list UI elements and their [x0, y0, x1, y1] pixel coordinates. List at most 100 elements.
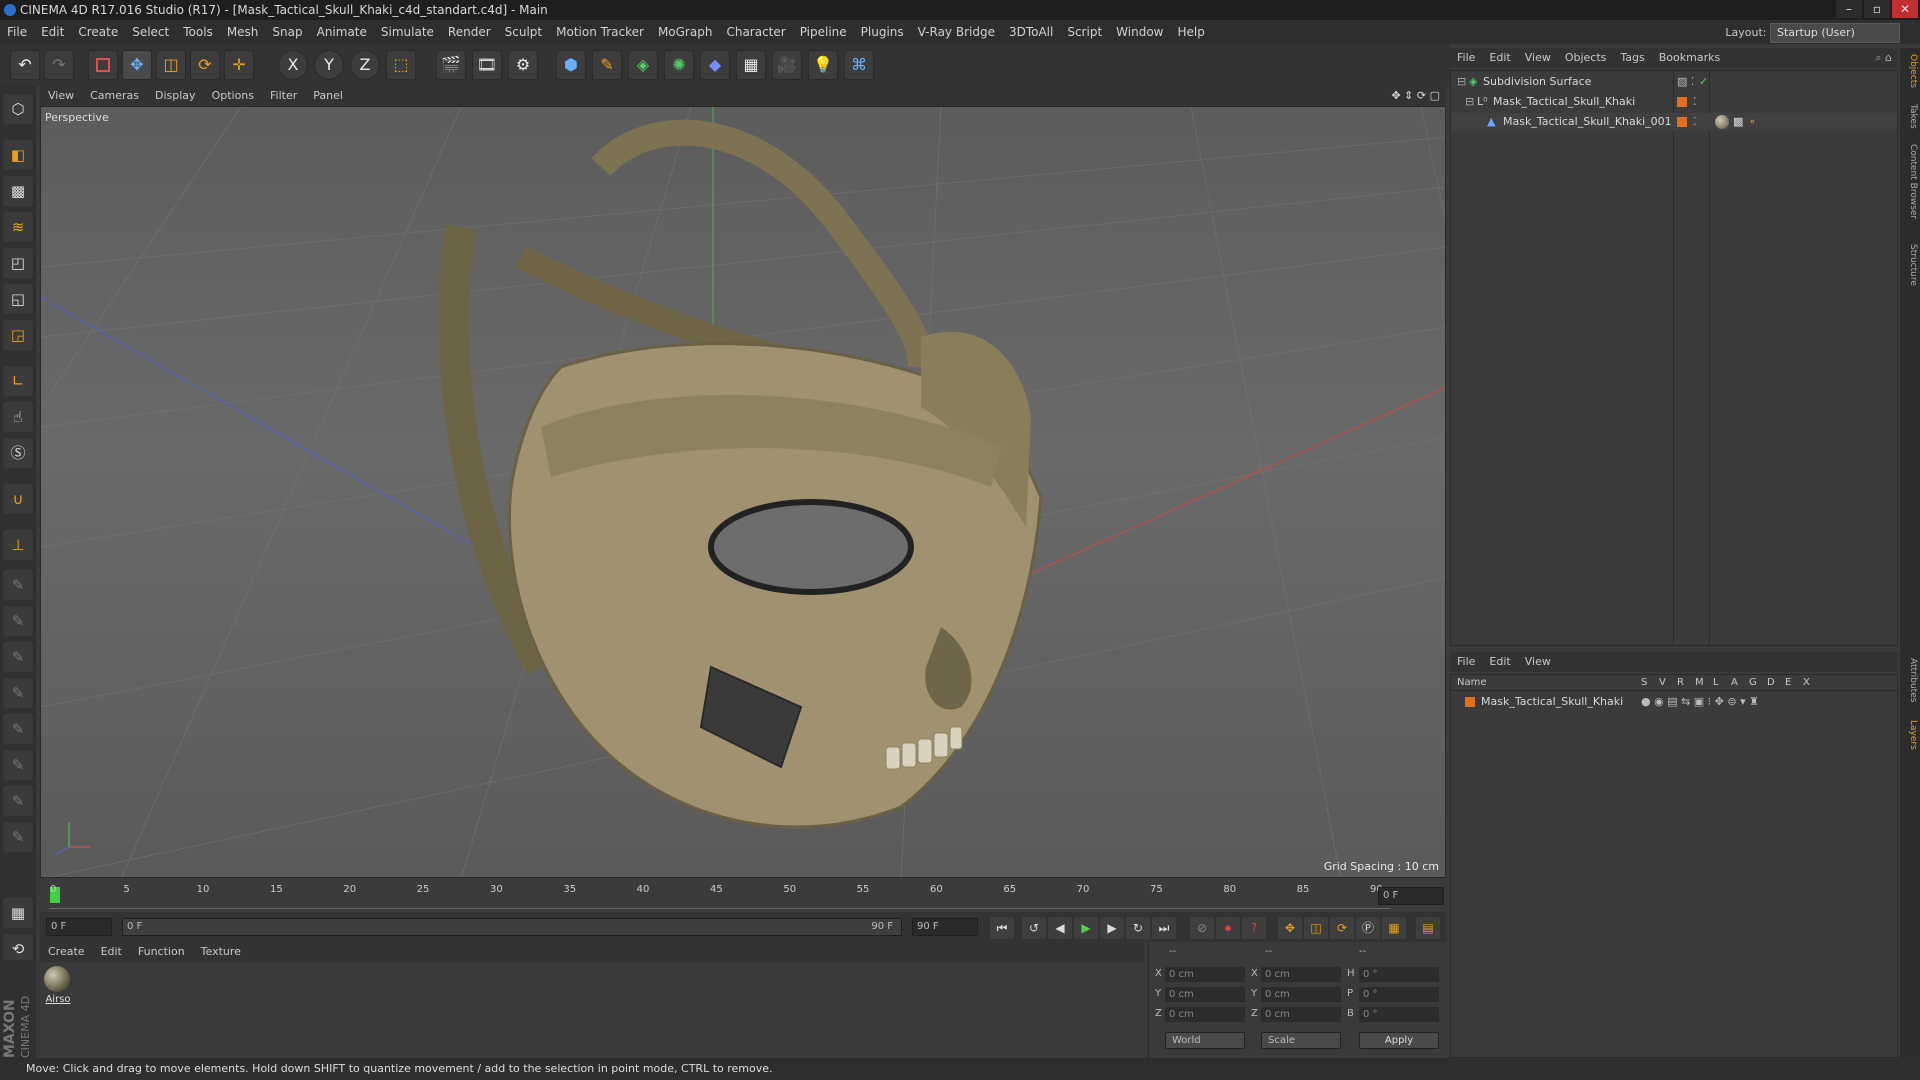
deformer-icon[interactable]: ◆ [700, 50, 730, 80]
menu-3dtoall[interactable]: 3DToAll [1002, 20, 1060, 44]
object-visibility-icons[interactable]: ⁚ [1693, 93, 1697, 111]
obj-menu-edit[interactable]: Edit [1482, 48, 1517, 68]
y-axis-lock-button[interactable]: Y [314, 50, 344, 80]
menu-plugins[interactable]: Plugins [854, 20, 911, 44]
preview-range-slider[interactable]: 0 F 90 F [122, 918, 902, 936]
tab-structure[interactable]: Structure [1902, 244, 1918, 286]
render-view-icon[interactable]: 🎬 [436, 50, 466, 80]
play-icon[interactable]: ▶ [1074, 917, 1098, 939]
magnet-icon[interactable]: ∪ [3, 484, 33, 514]
z-axis-lock-button[interactable]: Z [350, 50, 380, 80]
key-position-icon[interactable]: ✥ [1278, 917, 1302, 939]
menu-snap[interactable]: Snap [265, 20, 309, 44]
menu-select[interactable]: Select [125, 20, 176, 44]
minimize-button[interactable]: – [1836, 0, 1862, 18]
end-frame-field[interactable]: 90 F [912, 918, 978, 936]
python-icon[interactable]: ⌘ [844, 50, 874, 80]
start-frame-field[interactable]: 0 F [46, 918, 112, 936]
layer-menu-view[interactable]: View [1518, 652, 1558, 672]
object-row[interactable]: ▲ Mask_Tactical_Skull_Khaki_001 ⁚ ▩ ∘ [1451, 113, 1897, 131]
grid-lock-icon[interactable]: ▦ [3, 898, 33, 928]
coord-transform-dropdown[interactable]: Scale [1261, 1032, 1341, 1049]
sculpt-erase-icon[interactable]: ✎ [3, 822, 33, 852]
keyframe-selection-icon[interactable]: ? [1242, 917, 1266, 939]
rot-p-field[interactable]: 0 ° [1359, 987, 1439, 1002]
layer-color-swatch[interactable] [1677, 117, 1687, 127]
layout-dropdown[interactable]: Startup (User) [1770, 23, 1900, 43]
sculpt-grab-icon[interactable]: ✎ [3, 750, 33, 780]
pos-y-field[interactable]: 0 cm [1165, 987, 1245, 1002]
menu-mograph[interactable]: MoGraph [651, 20, 720, 44]
menu-animate[interactable]: Animate [310, 20, 374, 44]
key-scale-icon[interactable]: ◫ [1304, 917, 1328, 939]
record-keys-icon[interactable]: ⊘ [1190, 917, 1214, 939]
layer-menu-file[interactable]: File [1450, 652, 1482, 672]
material-tag-icon[interactable] [1715, 115, 1729, 129]
points-mode-icon[interactable]: ◰ [3, 248, 33, 278]
tab-content-browser[interactable]: Content Browser [1902, 144, 1918, 219]
viewport-menu-view[interactable]: View [40, 86, 82, 106]
model-mode-icon[interactable]: ◧ [3, 140, 33, 170]
sculpt-pinch-icon[interactable]: ✎ [3, 714, 33, 744]
layer-color-swatch[interactable] [1465, 697, 1475, 707]
key-pla-icon[interactable]: ▦ [1382, 917, 1406, 939]
cube-primitive-icon[interactable]: ⬢ [556, 50, 586, 80]
material-swatch[interactable]: Airso [44, 966, 72, 1005]
render-settings-icon[interactable]: ⚙ [508, 50, 538, 80]
viewport-menu-cameras[interactable]: Cameras [82, 86, 147, 106]
auto-keying-icon[interactable]: ⏺ [1216, 917, 1240, 939]
menu-pipeline[interactable]: Pipeline [793, 20, 854, 44]
maximize-button[interactable]: ▫ [1864, 0, 1890, 18]
subdivision-surface-icon[interactable]: ◈ [628, 50, 658, 80]
timeline-ruler[interactable]: 0 5 10 15 20 25 30 35 40 45 50 55 60 65 70 75 80 85 90 0 F [40, 880, 1446, 912]
floor-icon[interactable]: ▦ [736, 50, 766, 80]
tab-takes[interactable]: Takes [1902, 104, 1918, 129]
make-editable-icon[interactable]: ⬡ [3, 94, 33, 124]
menu-character[interactable]: Character [719, 20, 792, 44]
viewport-menu-display[interactable]: Display [147, 86, 204, 106]
redo-button[interactable]: ↷ [44, 50, 74, 80]
menu-script[interactable]: Script [1060, 20, 1109, 44]
camera-icon[interactable]: 🎥 [772, 50, 802, 80]
obj-menu-tags[interactable]: Tags [1613, 48, 1651, 68]
scale-tool-icon[interactable]: ◫ [156, 50, 186, 80]
layer-color-swatch[interactable] [1677, 97, 1687, 107]
menu-render[interactable]: Render [441, 20, 498, 44]
goto-end-icon[interactable]: ⏭ [1152, 917, 1176, 939]
material-menu-function[interactable]: Function [130, 942, 193, 962]
undo-button[interactable]: ↶ [10, 50, 40, 80]
polygons-mode-icon[interactable]: ◲ [3, 320, 33, 350]
sculpt-mask-icon[interactable]: ✎ [3, 786, 33, 816]
coord-mode-dropdown[interactable]: World [1165, 1032, 1245, 1049]
rot-h-field[interactable]: 0 ° [1359, 967, 1439, 982]
goto-start-icon[interactable]: ⏮ [990, 917, 1014, 939]
viewport-nav-icons[interactable]: ✥ ⇕ ⟳ ▢ [1391, 86, 1446, 106]
uvw-tag-icon[interactable]: ▩ [1733, 113, 1743, 131]
menu-tools[interactable]: Tools [176, 20, 220, 44]
live-selection-icon[interactable] [88, 50, 118, 80]
phong-tag-icon[interactable]: ∘ [1749, 113, 1756, 131]
rotate-tool-icon[interactable]: ⟳ [190, 50, 220, 80]
menu-mesh[interactable]: Mesh [220, 20, 266, 44]
move-tool-icon[interactable]: ✥ [122, 50, 152, 80]
3d-viewport[interactable]: Perspective Grid Spacing : 10 cm [40, 106, 1446, 878]
close-button[interactable]: ✕ [1892, 0, 1918, 18]
object-row[interactable]: ⊟ L⁰ Mask_Tactical_Skull_Khaki ⁚ [1451, 93, 1897, 111]
next-frame-icon[interactable]: ▶ [1100, 917, 1124, 939]
obj-menu-view[interactable]: View [1518, 48, 1558, 68]
prev-key-icon[interactable]: ↺ [1022, 917, 1046, 939]
pos-z-field[interactable]: 0 cm [1165, 1007, 1245, 1022]
menu-motion-tracker[interactable]: Motion Tracker [549, 20, 651, 44]
light-icon[interactable]: 💡 [808, 50, 838, 80]
menu-help[interactable]: Help [1170, 20, 1211, 44]
snapping-icon[interactable]: Ⓢ [3, 438, 33, 468]
cloner-icon[interactable]: ✺ [664, 50, 694, 80]
apply-button[interactable]: Apply [1359, 1032, 1439, 1049]
current-frame-field[interactable]: 0 F [1378, 887, 1444, 905]
object-enabled-check-icon[interactable]: ✓ [1699, 73, 1708, 91]
size-x-field[interactable]: 0 cm [1261, 967, 1341, 982]
size-z-field[interactable]: 0 cm [1261, 1007, 1341, 1022]
render-picture-viewer-icon[interactable]: 🎞 [472, 50, 502, 80]
obj-menu-objects[interactable]: Objects [1558, 48, 1614, 68]
menu-simulate[interactable]: Simulate [374, 20, 441, 44]
